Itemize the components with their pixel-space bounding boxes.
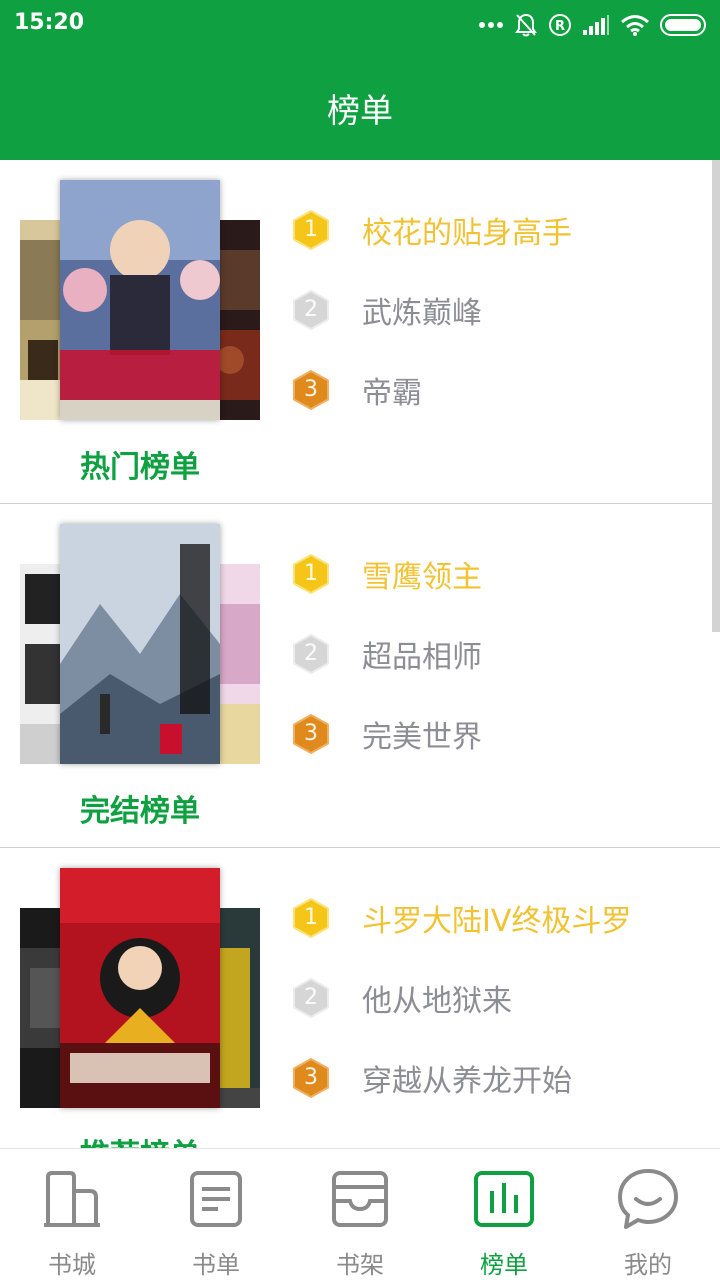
battery-icon <box>660 14 706 36</box>
silver-medal-icon: 2 <box>290 633 332 675</box>
book-name: 雪鹰领主 <box>362 560 482 595</box>
nav-item-profile[interactable]: 我的 <box>576 1149 720 1280</box>
shelf-tray-icon <box>328 1167 392 1231</box>
ranking-section-completed[interactable]: 完结榜单 1 雪鹰领主 2 超品相师 3 完美世界 <box>0 504 720 848</box>
book-name: 斗罗大陆IV终极斗罗 <box>362 904 632 939</box>
gold-medal-icon: 1 <box>290 209 332 251</box>
book-cover-main <box>60 180 220 420</box>
nav-label: 我的 <box>624 1251 672 1279</box>
silver-medal-icon: 2 <box>290 977 332 1019</box>
nav-item-ranking[interactable]: 榜单 <box>432 1149 576 1280</box>
page-title: 榜单 <box>327 91 393 130</box>
section-title[interactable]: 完结榜单 <box>20 786 260 830</box>
book-name: 帝霸 <box>362 376 422 411</box>
scrollbar[interactable] <box>712 160 720 632</box>
status-time: 15:20 <box>14 10 85 35</box>
registered-icon: R <box>549 14 571 36</box>
cover-stack <box>20 868 260 1108</box>
bronze-medal-icon: 3 <box>290 1057 332 1099</box>
rank-item[interactable]: 1 校花的贴身高手 <box>290 190 710 270</box>
rank-item[interactable]: 3 穿越从养龙开始 <box>290 1038 710 1118</box>
svg-text:R: R <box>555 19 565 34</box>
building-icon <box>40 1167 104 1231</box>
book-name: 校花的贴身高手 <box>362 216 572 251</box>
rank-item[interactable]: 2 武炼巅峰 <box>290 270 710 350</box>
rank-item[interactable]: 2 超品相师 <box>290 614 710 694</box>
cover-stack <box>20 524 260 764</box>
bell-muted-icon <box>515 13 537 37</box>
rank-item[interactable]: 2 他从地狱来 <box>290 958 710 1038</box>
nav-label: 榜单 <box>480 1251 528 1279</box>
rank-item[interactable]: 1 雪鹰领主 <box>290 534 710 614</box>
rank-item[interactable]: 3 帝霸 <box>290 350 710 430</box>
ranking-list[interactable]: 热门榜单 1 校花的贴身高手 2 武炼巅峰 3 帝霸 完结榜单 1 雪鹰领主 2… <box>0 160 720 1148</box>
section-title[interactable]: 热门榜单 <box>20 442 260 486</box>
section-title[interactable]: 推荐榜单 <box>20 1130 260 1148</box>
book-cover-main <box>60 868 220 1108</box>
app-bar: 榜单 <box>0 50 720 160</box>
rank-list: 1 校花的贴身高手 2 武炼巅峰 3 帝霸 <box>290 190 710 430</box>
bronze-medal-icon: 3 <box>290 369 332 411</box>
nav-item-booklist[interactable]: 书单 <box>144 1149 288 1280</box>
book-name: 他从地狱来 <box>362 984 512 1019</box>
nav-label: 书架 <box>336 1251 384 1279</box>
ranking-section-recommended[interactable]: 推荐榜单 1 斗罗大陆IV终极斗罗 2 他从地狱来 3 <box>0 848 720 1148</box>
book-name: 完美世界 <box>362 720 482 755</box>
signal-icon <box>583 15 609 35</box>
nav-label: 书单 <box>192 1251 240 1279</box>
book-name: 武炼巅峰 <box>362 296 482 331</box>
book-cover-main <box>60 524 220 764</box>
nav-item-bookshelf[interactable]: 书架 <box>288 1149 432 1280</box>
cover-stack <box>20 180 260 420</box>
nav-item-bookstore[interactable]: 书城 <box>0 1149 144 1280</box>
bronze-medal-icon: 3 <box>290 713 332 755</box>
gold-medal-icon: 1 <box>290 553 332 595</box>
bottom-nav: 书城 书单 书架 榜单 我的 <box>0 1148 720 1280</box>
nav-label: 书城 <box>48 1251 96 1279</box>
more-dots-icon <box>479 22 503 28</box>
status-bar: 15:20 R <box>0 0 720 50</box>
silver-medal-icon: 2 <box>290 289 332 331</box>
rank-list: 1 雪鹰领主 2 超品相师 3 完美世界 <box>290 534 710 774</box>
status-icons: R <box>478 10 708 40</box>
rank-list: 1 斗罗大陆IV终极斗罗 2 他从地狱来 3 穿越从养龙开始 <box>290 878 710 1118</box>
chart-icon <box>472 1167 536 1231</box>
ranking-section-hot[interactable]: 热门榜单 1 校花的贴身高手 2 武炼巅峰 3 帝霸 <box>0 160 720 504</box>
rank-item[interactable]: 3 完美世界 <box>290 694 710 774</box>
chat-smile-icon <box>616 1167 680 1231</box>
gold-medal-icon: 1 <box>290 897 332 939</box>
document-icon <box>184 1167 248 1231</box>
rank-item[interactable]: 1 斗罗大陆IV终极斗罗 <box>290 878 710 958</box>
book-name: 穿越从养龙开始 <box>362 1064 572 1099</box>
book-name: 超品相师 <box>362 640 482 675</box>
wifi-icon <box>621 15 649 36</box>
